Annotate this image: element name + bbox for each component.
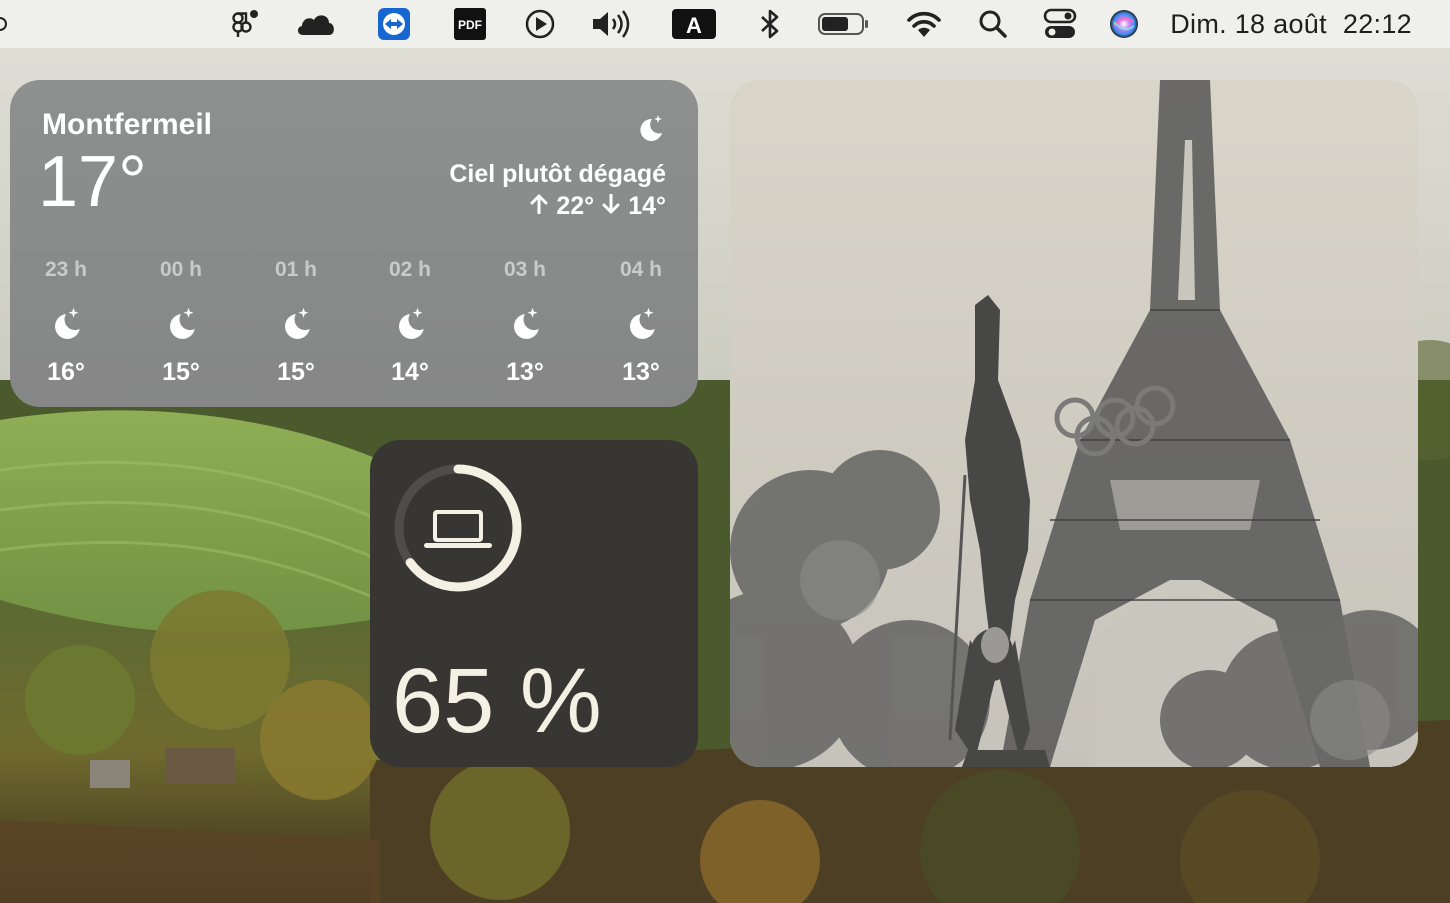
- hourly-temperature: 14°: [391, 358, 429, 386]
- hourly-time: 01 h: [274, 258, 318, 281]
- battery-icon[interactable]: [816, 0, 872, 48]
- weather-widget[interactable]: Montfermeil 17° Ciel plutôt dégagé 22° 1…: [10, 80, 698, 407]
- weather-low: 14°: [628, 192, 666, 220]
- play-icon[interactable]: [522, 0, 558, 48]
- keyboard-input-label: A: [686, 13, 702, 38]
- arrow-up-icon: [530, 192, 548, 221]
- hourly-temperature: 15°: [162, 358, 200, 386]
- hourly-item: 03 h 13°: [485, 258, 565, 387]
- moon-stars-icon: [46, 304, 86, 344]
- hourly-temperature: 13°: [506, 358, 544, 386]
- battery-ring: [394, 464, 522, 592]
- siri-icon[interactable]: [1106, 0, 1142, 48]
- weather-condition: Ciel plutôt dégagé: [449, 160, 666, 188]
- pdf-icon-label: PDF: [458, 18, 482, 32]
- hourly-item: 01 h 15°: [256, 258, 336, 387]
- menu-bar: PDF A Dim. 18 août 22:12: [0, 0, 1450, 48]
- figma-icon[interactable]: [228, 0, 262, 48]
- moon-stars-icon: [161, 304, 201, 344]
- menu-bar-date: Dim. 18 août: [1170, 8, 1327, 39]
- app-menu-fragment[interactable]: [0, 0, 10, 48]
- teamviewer-icon[interactable]: [376, 0, 412, 48]
- moon-stars-icon: [621, 304, 661, 344]
- moon-stars-icon: [505, 304, 545, 344]
- hourly-item: 23 h 16°: [26, 258, 106, 387]
- search-icon[interactable]: [976, 0, 1010, 48]
- cloud-icon[interactable]: [294, 0, 338, 48]
- moon-stars-icon: [390, 304, 430, 344]
- weather-city: Montfermeil: [42, 108, 213, 141]
- arrow-down-icon: [602, 192, 620, 221]
- control-center-icon[interactable]: [1042, 0, 1078, 48]
- hourly-temperature: 16°: [47, 358, 85, 386]
- volume-icon[interactable]: [590, 0, 634, 48]
- moon-stars-icon: [276, 304, 316, 344]
- wifi-icon[interactable]: [904, 0, 944, 48]
- hourly-temperature: 15°: [277, 358, 315, 386]
- menu-bar-time: 22:12: [1342, 8, 1412, 39]
- photo-eiffel-tower: [730, 80, 1418, 767]
- keyboard-input-icon[interactable]: A: [672, 0, 716, 48]
- weather-high-low: 22° 14°: [530, 192, 666, 221]
- battery-percentage: 65 %: [392, 650, 602, 752]
- hourly-forecast: 23 h 16° 00 h 15° 01 h 15° 02 h 14° 03 h…: [10, 258, 698, 388]
- hourly-item: 02 h 14°: [370, 258, 450, 387]
- bluetooth-icon[interactable]: [756, 0, 784, 48]
- hourly-temperature: 13°: [622, 358, 660, 386]
- weather-current-temperature: 17°: [38, 142, 147, 222]
- hourly-item: 00 h 15°: [141, 258, 221, 387]
- weather-high: 22°: [556, 192, 595, 220]
- laptop-icon: [424, 510, 492, 548]
- hourly-time: 23 h: [44, 258, 88, 281]
- battery-widget[interactable]: 65 %: [370, 440, 698, 767]
- hourly-time: 02 h: [388, 258, 432, 281]
- hourly-time: 03 h: [503, 258, 547, 281]
- hourly-time: 04 h: [619, 258, 663, 281]
- pdf-icon[interactable]: PDF: [452, 0, 488, 48]
- desktop: PDF A Dim. 18 août 22:12 Montfermeil 17°…: [0, 0, 1450, 903]
- hourly-item: 04 h 13°: [601, 258, 681, 387]
- moon-stars-icon: [634, 112, 666, 148]
- menu-bar-clock[interactable]: Dim. 18 août 22:12: [1170, 0, 1412, 48]
- photo-widget[interactable]: [730, 80, 1418, 767]
- hourly-time: 00 h: [159, 258, 203, 281]
